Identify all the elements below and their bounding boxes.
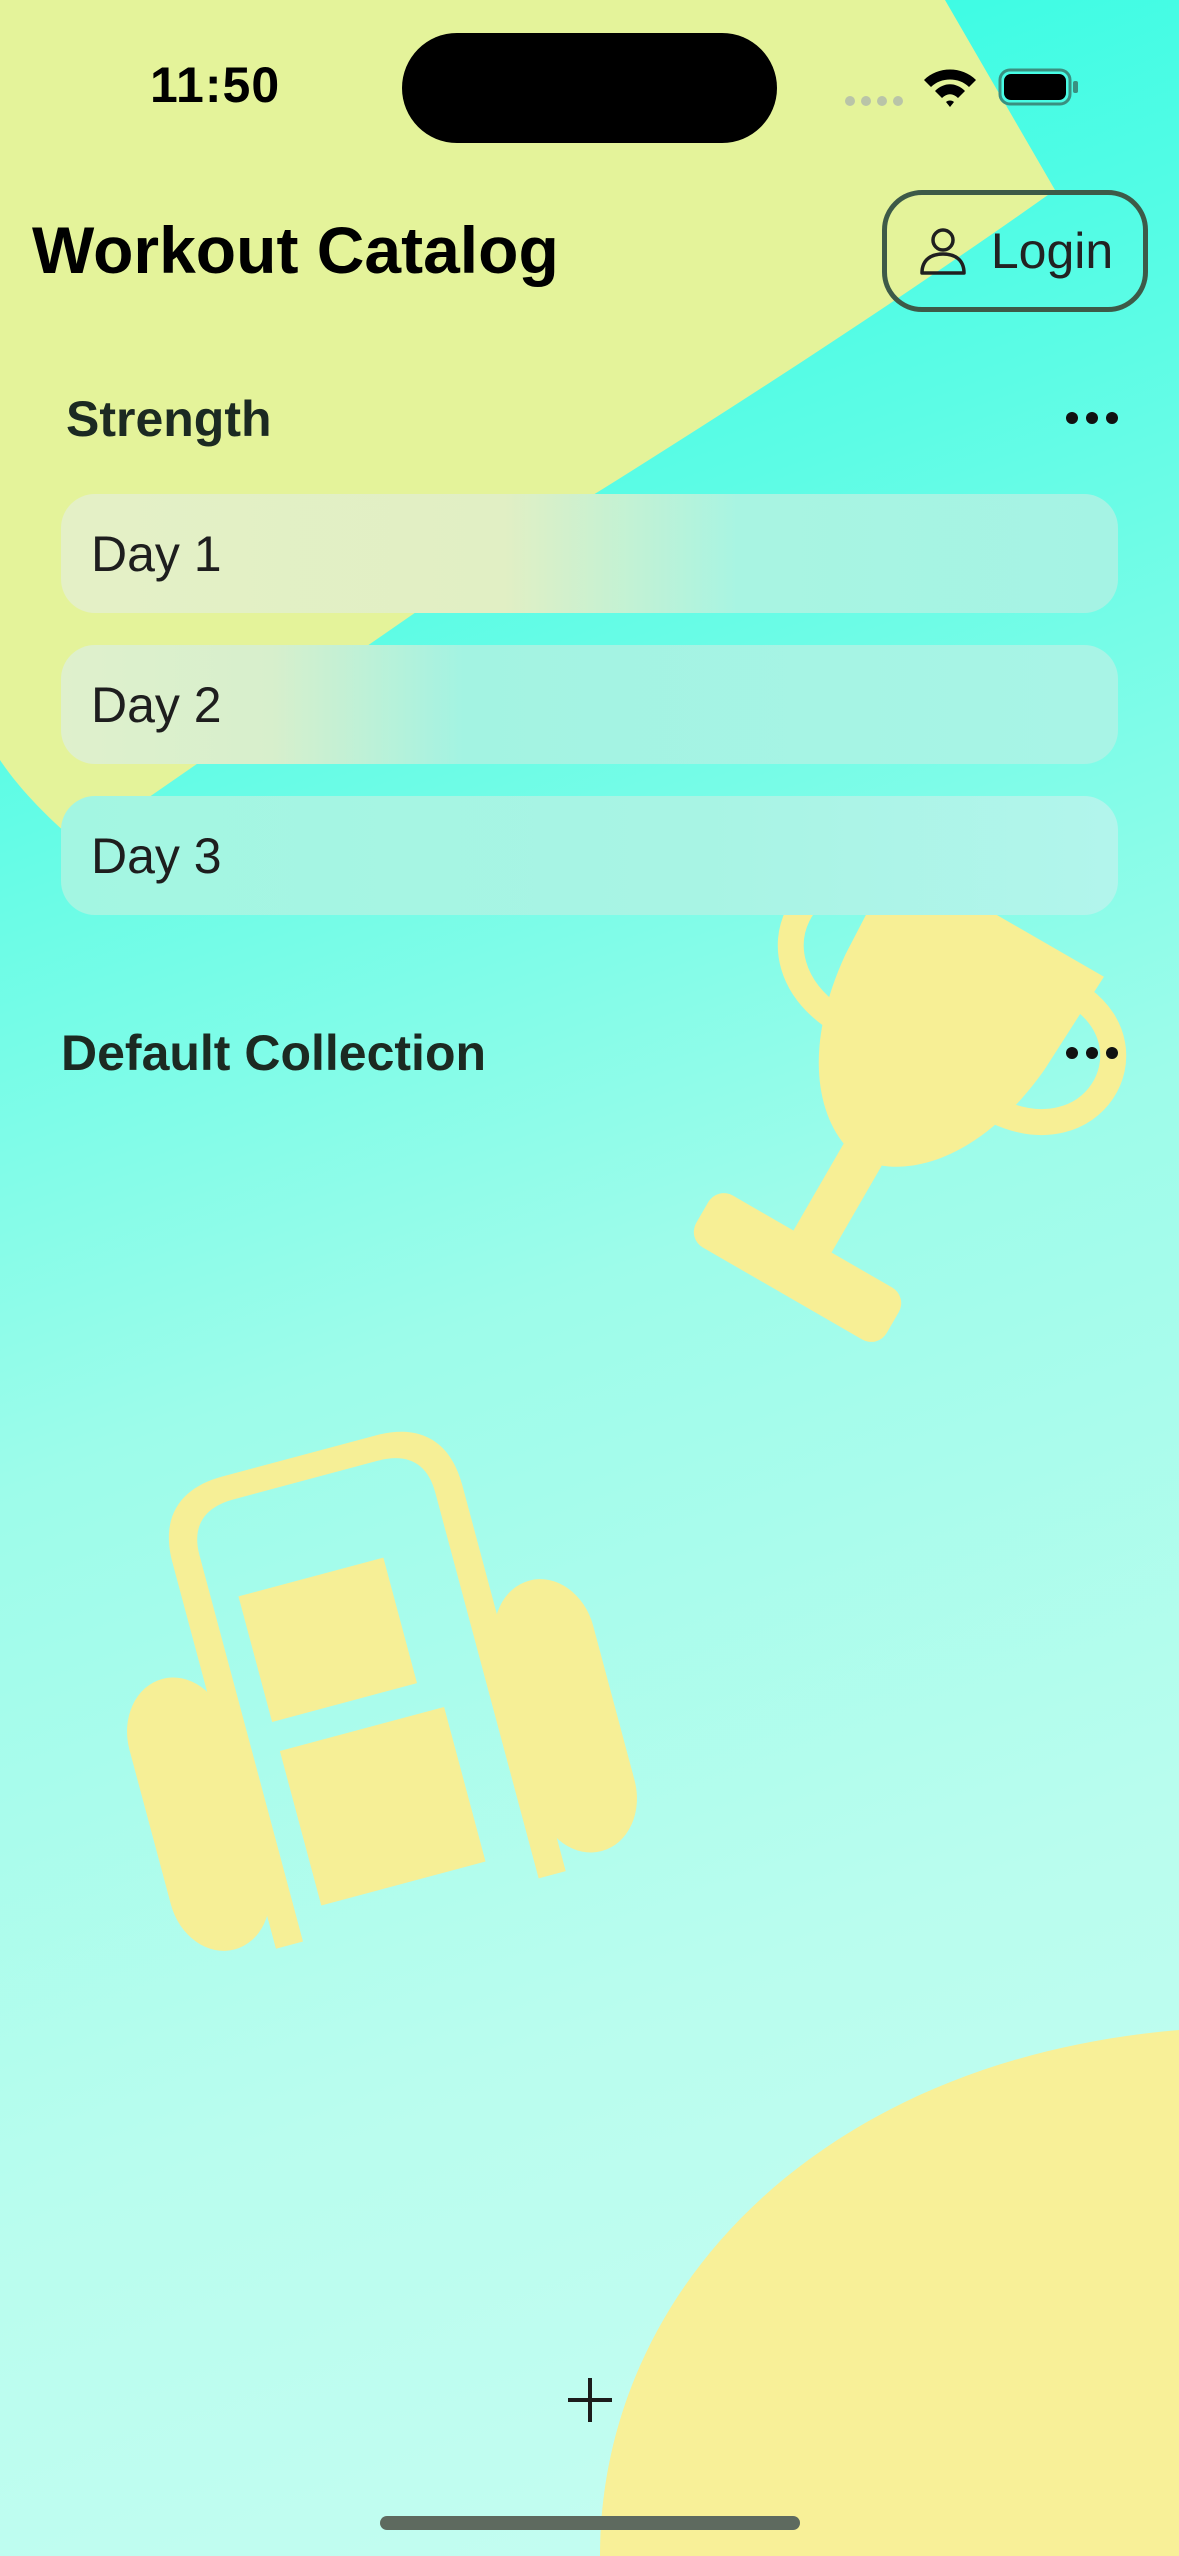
status-time: 11:50 (150, 57, 281, 113)
person-icon (920, 228, 966, 275)
collection-title-default: Default Collection (61, 1025, 487, 1081)
workout-row-day-2[interactable]: Day 2 (61, 645, 1118, 764)
add-collection-button[interactable] (560, 2370, 620, 2430)
workout-row-day-3[interactable]: Day 3 (61, 796, 1118, 915)
yellow-corner-blob (600, 2030, 1179, 2556)
dynamic-island (402, 33, 777, 143)
home-indicator[interactable] (380, 2516, 800, 2530)
ellipsis-icon (1066, 1047, 1078, 1059)
login-button[interactable]: Login (882, 190, 1148, 312)
battery-icon (998, 68, 1078, 106)
strength-more-button[interactable] (1062, 403, 1122, 433)
default-collection-more-button[interactable] (1062, 1038, 1122, 1068)
gym-bag-icon (127, 1431, 637, 1951)
app-screen: 11:50 Workout Catalog Login Strength Day… (0, 0, 1179, 2556)
wifi-icon (924, 69, 976, 107)
page-title: Workout Catalog (32, 213, 559, 287)
collection-title-strength: Strength (66, 391, 272, 447)
background-decoration (0, 0, 1179, 2556)
workout-row-day-1[interactable]: Day 1 (61, 494, 1118, 613)
cellular-signal-icon (845, 96, 905, 106)
ellipsis-icon (1066, 412, 1078, 424)
login-label: Login (990, 223, 1114, 279)
